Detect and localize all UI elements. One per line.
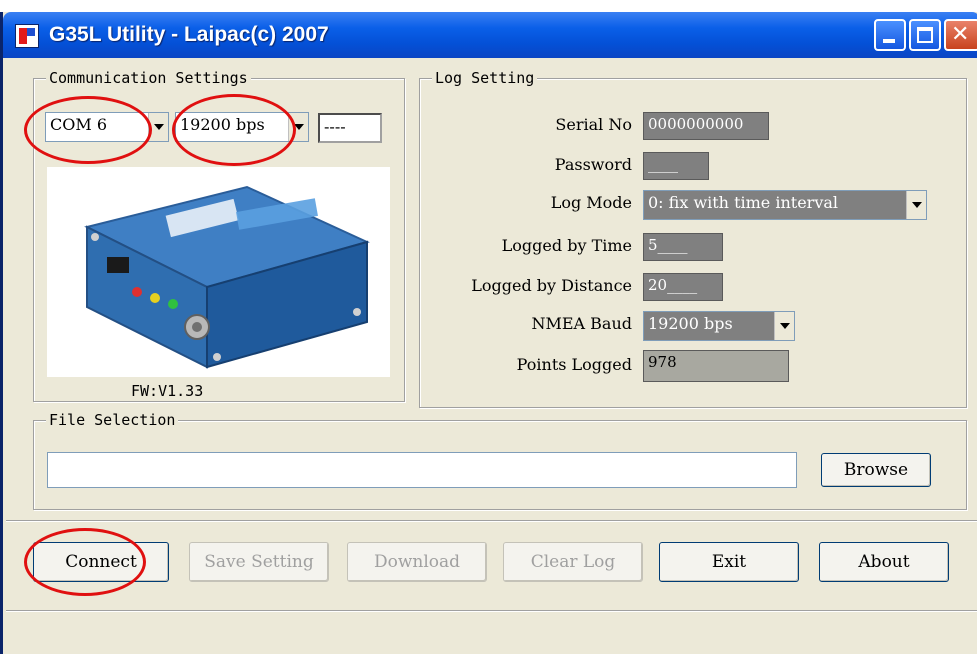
- exit-button-label: Exit: [711, 552, 747, 572]
- download-button-label: Download: [373, 552, 461, 572]
- minimize-icon[interactable]: [874, 19, 906, 51]
- annotation-circle-connect: [24, 528, 146, 596]
- comm-password-value: ----: [324, 117, 346, 136]
- logged-by-time-field[interactable]: 5____: [643, 233, 723, 261]
- divider-bottom: [6, 610, 977, 612]
- gps-device-illustration: [84, 185, 370, 369]
- log-setting-title: Log Setting: [432, 69, 538, 87]
- serial-no-field[interactable]: 0000000000: [643, 112, 769, 140]
- password-field[interactable]: ____: [643, 152, 709, 180]
- save-setting-button[interactable]: Save Setting: [189, 542, 329, 582]
- logged-by-time-label: Logged by Time: [501, 236, 632, 255]
- clear-log-button[interactable]: Clear Log: [503, 542, 643, 582]
- app-icon: [15, 24, 39, 48]
- maximize-icon[interactable]: [909, 19, 941, 51]
- annotation-circle-baud-rate: [172, 94, 296, 166]
- main-window: G35L Utility - Laipac(c) 2007 Communicat…: [0, 12, 977, 654]
- comm-password-input[interactable]: ----: [318, 113, 382, 143]
- divider-top: [6, 520, 977, 522]
- log-mode-chevron-down-icon[interactable]: [906, 191, 926, 219]
- file-selection-title: File Selection: [46, 411, 179, 429]
- logged-by-distance-label: Logged by Distance: [471, 276, 632, 295]
- firmware-version-label: FW:V1.33: [131, 382, 204, 400]
- log-mode-label: Log Mode: [550, 193, 632, 212]
- about-button[interactable]: About: [819, 542, 949, 582]
- browse-button-label: Browse: [843, 460, 909, 480]
- title-bar[interactable]: G35L Utility - Laipac(c) 2007: [3, 12, 977, 58]
- browse-button[interactable]: Browse: [821, 453, 931, 487]
- clear-log-button-label: Clear Log: [530, 552, 616, 572]
- window-title: G35L Utility - Laipac(c) 2007: [49, 23, 329, 46]
- password-label: Password: [554, 155, 632, 174]
- points-logged-field: 978: [643, 350, 789, 382]
- points-logged-label: Points Logged: [516, 355, 632, 374]
- close-icon[interactable]: [944, 19, 977, 51]
- save-setting-button-label: Save Setting: [204, 552, 314, 572]
- device-photo: [47, 167, 390, 377]
- file-path-input[interactable]: [47, 452, 797, 488]
- about-button-label: About: [858, 552, 910, 572]
- exit-button[interactable]: Exit: [659, 542, 799, 582]
- download-button[interactable]: Download: [347, 542, 487, 582]
- nmea-baud-value: 19200 bps: [648, 314, 733, 333]
- annotation-circle-com-port: [24, 96, 152, 164]
- nmea-baud-chevron-down-icon[interactable]: [774, 312, 794, 340]
- nmea-baud-label: NMEA Baud: [531, 314, 632, 333]
- log-mode-select[interactable]: 0: fix with time interval: [643, 190, 927, 220]
- communication-settings-title: Communication Settings: [46, 69, 251, 87]
- serial-no-label: Serial No: [555, 115, 632, 134]
- log-mode-value: 0: fix with time interval: [648, 193, 839, 212]
- logged-by-distance-field[interactable]: 20____: [643, 273, 723, 301]
- nmea-baud-select[interactable]: 19200 bps: [643, 311, 795, 341]
